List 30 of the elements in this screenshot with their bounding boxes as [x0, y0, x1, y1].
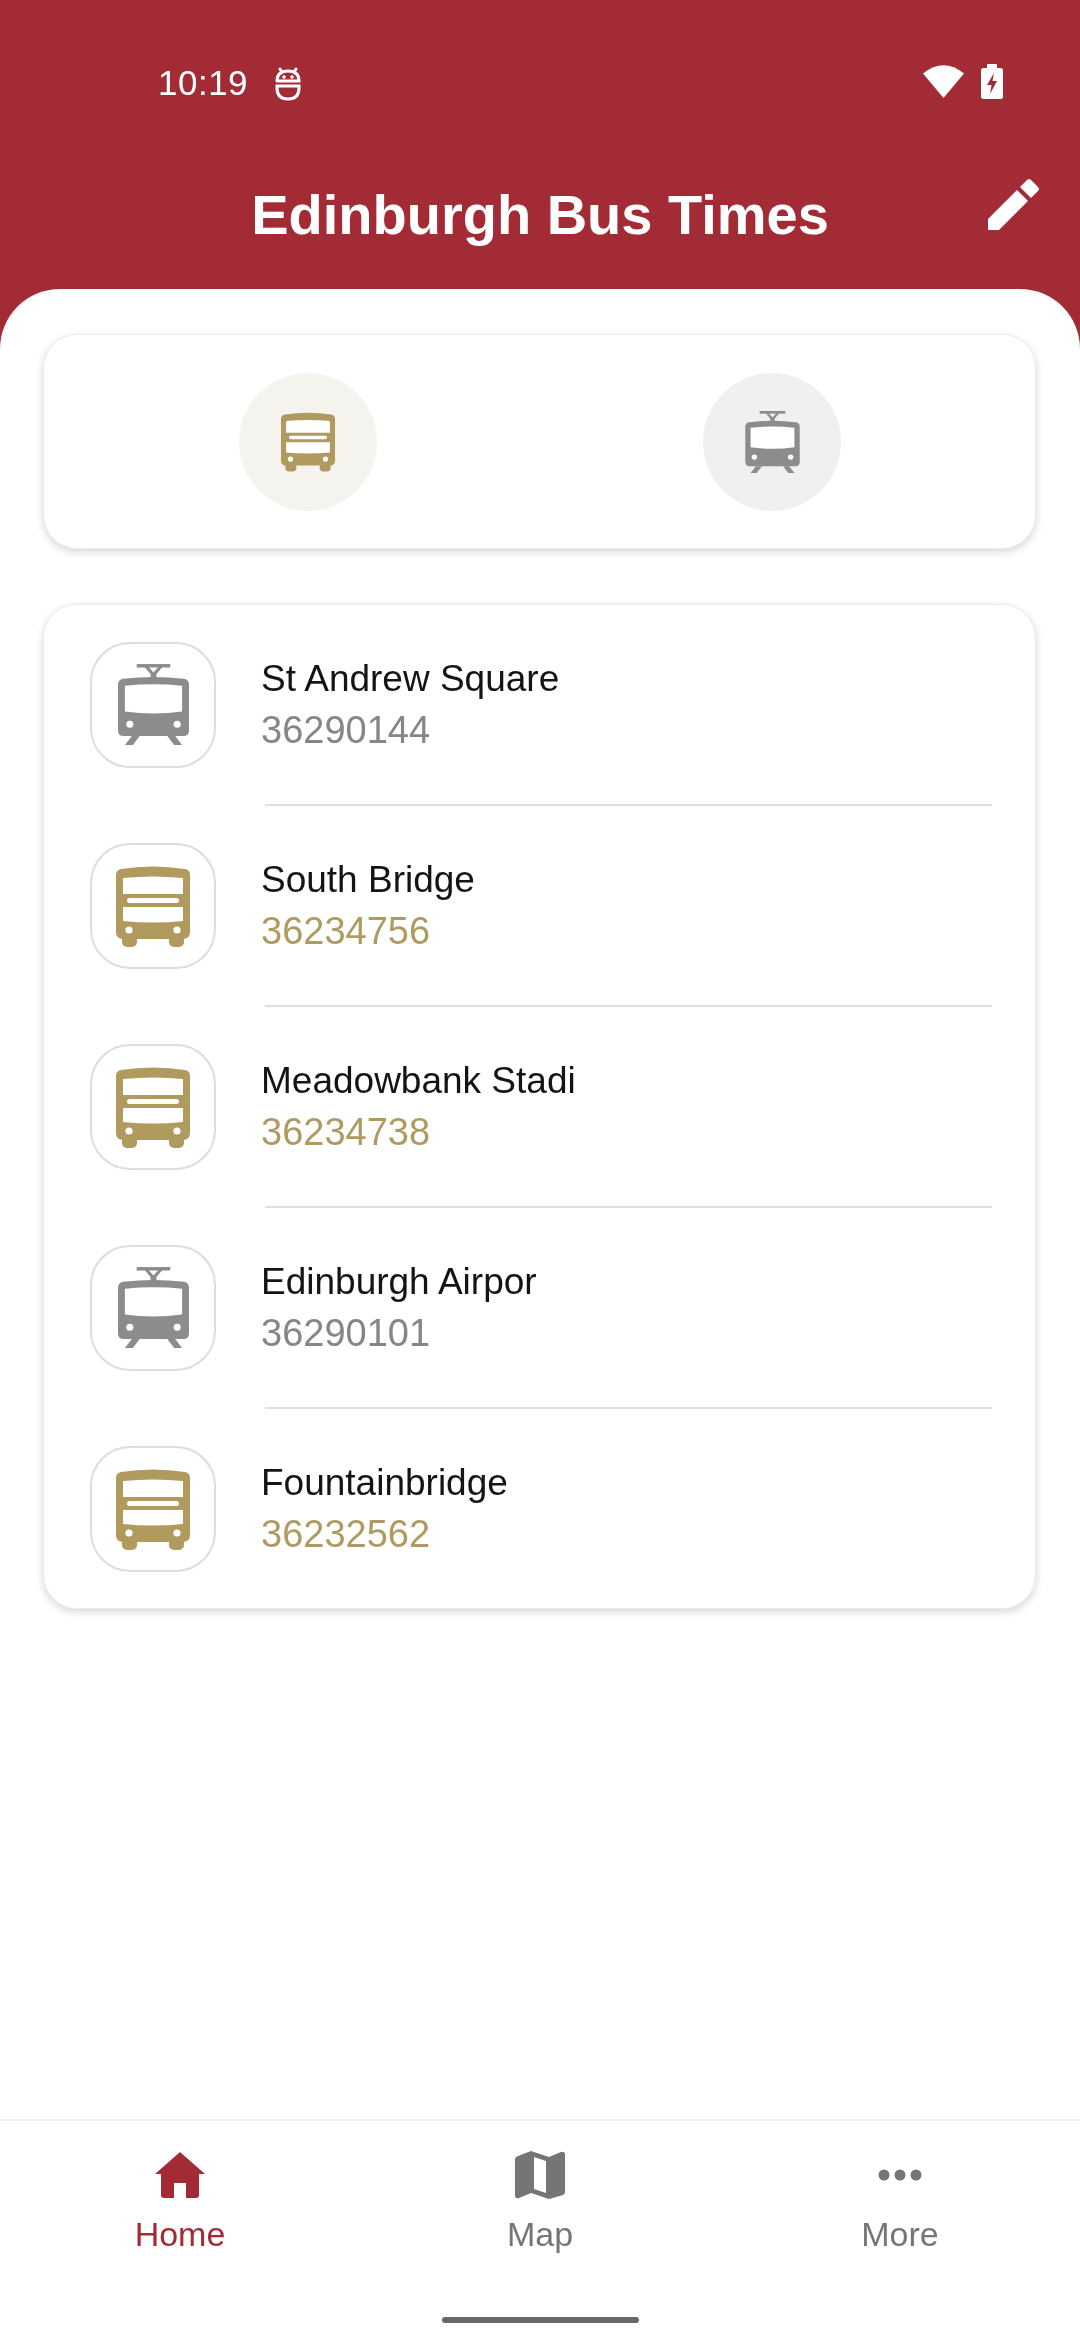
stop-name: South Bridge: [261, 857, 475, 902]
tram-icon: [90, 1244, 216, 1371]
map-icon: [515, 2151, 565, 2199]
stop-code: 36234756: [261, 908, 432, 954]
tram-icon: [90, 641, 216, 768]
more-icon: [878, 2169, 922, 2181]
clock-time: 10:19: [158, 64, 249, 102]
wifi-icon: [923, 65, 964, 98]
tram-icon: [744, 410, 800, 473]
stop-name: St Andrew Square: [261, 656, 560, 701]
robot-icon: [274, 65, 303, 101]
stop-code: 36290101: [261, 1310, 432, 1356]
nav-tab[interactable]: More: [861, 2121, 939, 2281]
bus-icon: [90, 842, 216, 969]
pencil-icon: [988, 178, 1040, 230]
stop-name: Meadowbank Stadi: [261, 1058, 576, 1103]
home-icon: [155, 2152, 205, 2198]
bus-icon: [90, 1043, 216, 1170]
nav-tab[interactable]: Map: [506, 2121, 574, 2281]
stop-code: 36290144: [261, 707, 432, 753]
stop-name: Fountainbridge: [261, 1460, 508, 1505]
stop-code: 36234738: [261, 1109, 432, 1155]
nav-tab[interactable]: Home: [134, 2121, 226, 2281]
battery-icon: [981, 64, 1003, 99]
edit-button[interactable]: [988, 178, 1040, 230]
stop-code: 36232562: [261, 1511, 432, 1557]
bus-icon: [281, 411, 335, 472]
bus-icon: [90, 1445, 216, 1572]
stop-name: Edinburgh Airpor: [261, 1259, 537, 1304]
app-title: Edinburgh Bus Times: [251, 181, 829, 248]
